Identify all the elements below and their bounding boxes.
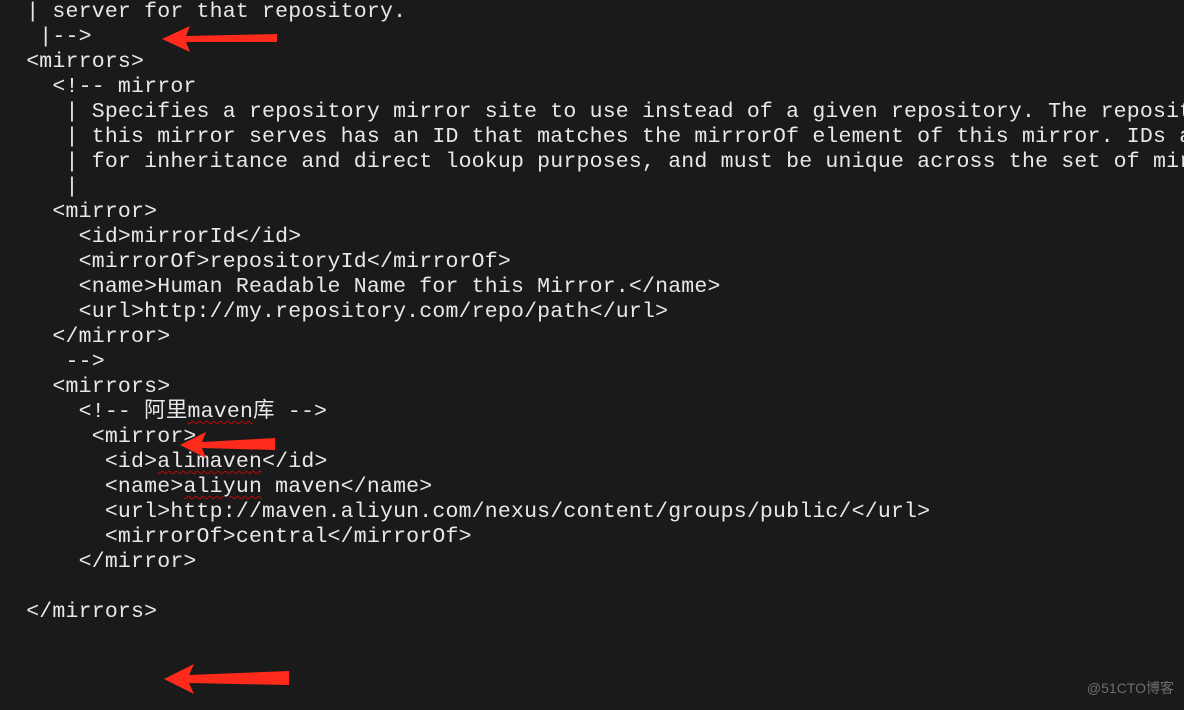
code-line: </mirror> [0, 550, 197, 574]
code-line: |--> [0, 25, 92, 49]
spellcheck-underline: aliyun [183, 475, 262, 499]
code-line: </mirror> [0, 325, 170, 349]
xml-code-block: | server for that repository. |--> <mirr… [0, 0, 1184, 625]
code-line: <!-- mirror [0, 75, 197, 99]
code-line: | for inheritance and direct lookup purp… [0, 150, 1184, 174]
arrow-annotation-icon [162, 24, 282, 54]
code-line: <mirrors> [0, 375, 170, 399]
watermark: @51CTO博客 [1087, 678, 1174, 698]
code-line: <mirror> [0, 425, 197, 449]
code-line: | Specifies a repository mirror site to … [0, 100, 1184, 124]
code-line: <mirrorOf>central</mirrorOf> [0, 525, 472, 549]
code-line: <id>mirrorId</id> [0, 225, 301, 249]
code-line: --> [0, 350, 105, 374]
code-line: | server for that repository. [0, 0, 406, 24]
code-line: <name>Human Readable Name for this Mirro… [0, 275, 721, 299]
code-line: <!-- 阿里maven库 --> [0, 400, 327, 424]
code-line: <mirrorOf>repositoryId</mirrorOf> [0, 250, 511, 274]
spellcheck-underline: maven [188, 400, 254, 424]
code-line: <url>http://my.repository.com/repo/path<… [0, 300, 668, 324]
code-line: <mirror> [0, 200, 157, 224]
arrow-annotation-icon [164, 662, 294, 696]
code-line: | [0, 175, 79, 199]
code-line: | this mirror serves has an ID that matc… [0, 125, 1184, 149]
code-line: <mirrors> [0, 50, 144, 74]
code-line: <url>http://maven.aliyun.com/nexus/conte… [0, 500, 930, 524]
arrow-annotation-icon [180, 430, 280, 460]
code-line: </mirrors> [0, 600, 157, 624]
code-line: <name>aliyun maven</name> [0, 475, 432, 499]
